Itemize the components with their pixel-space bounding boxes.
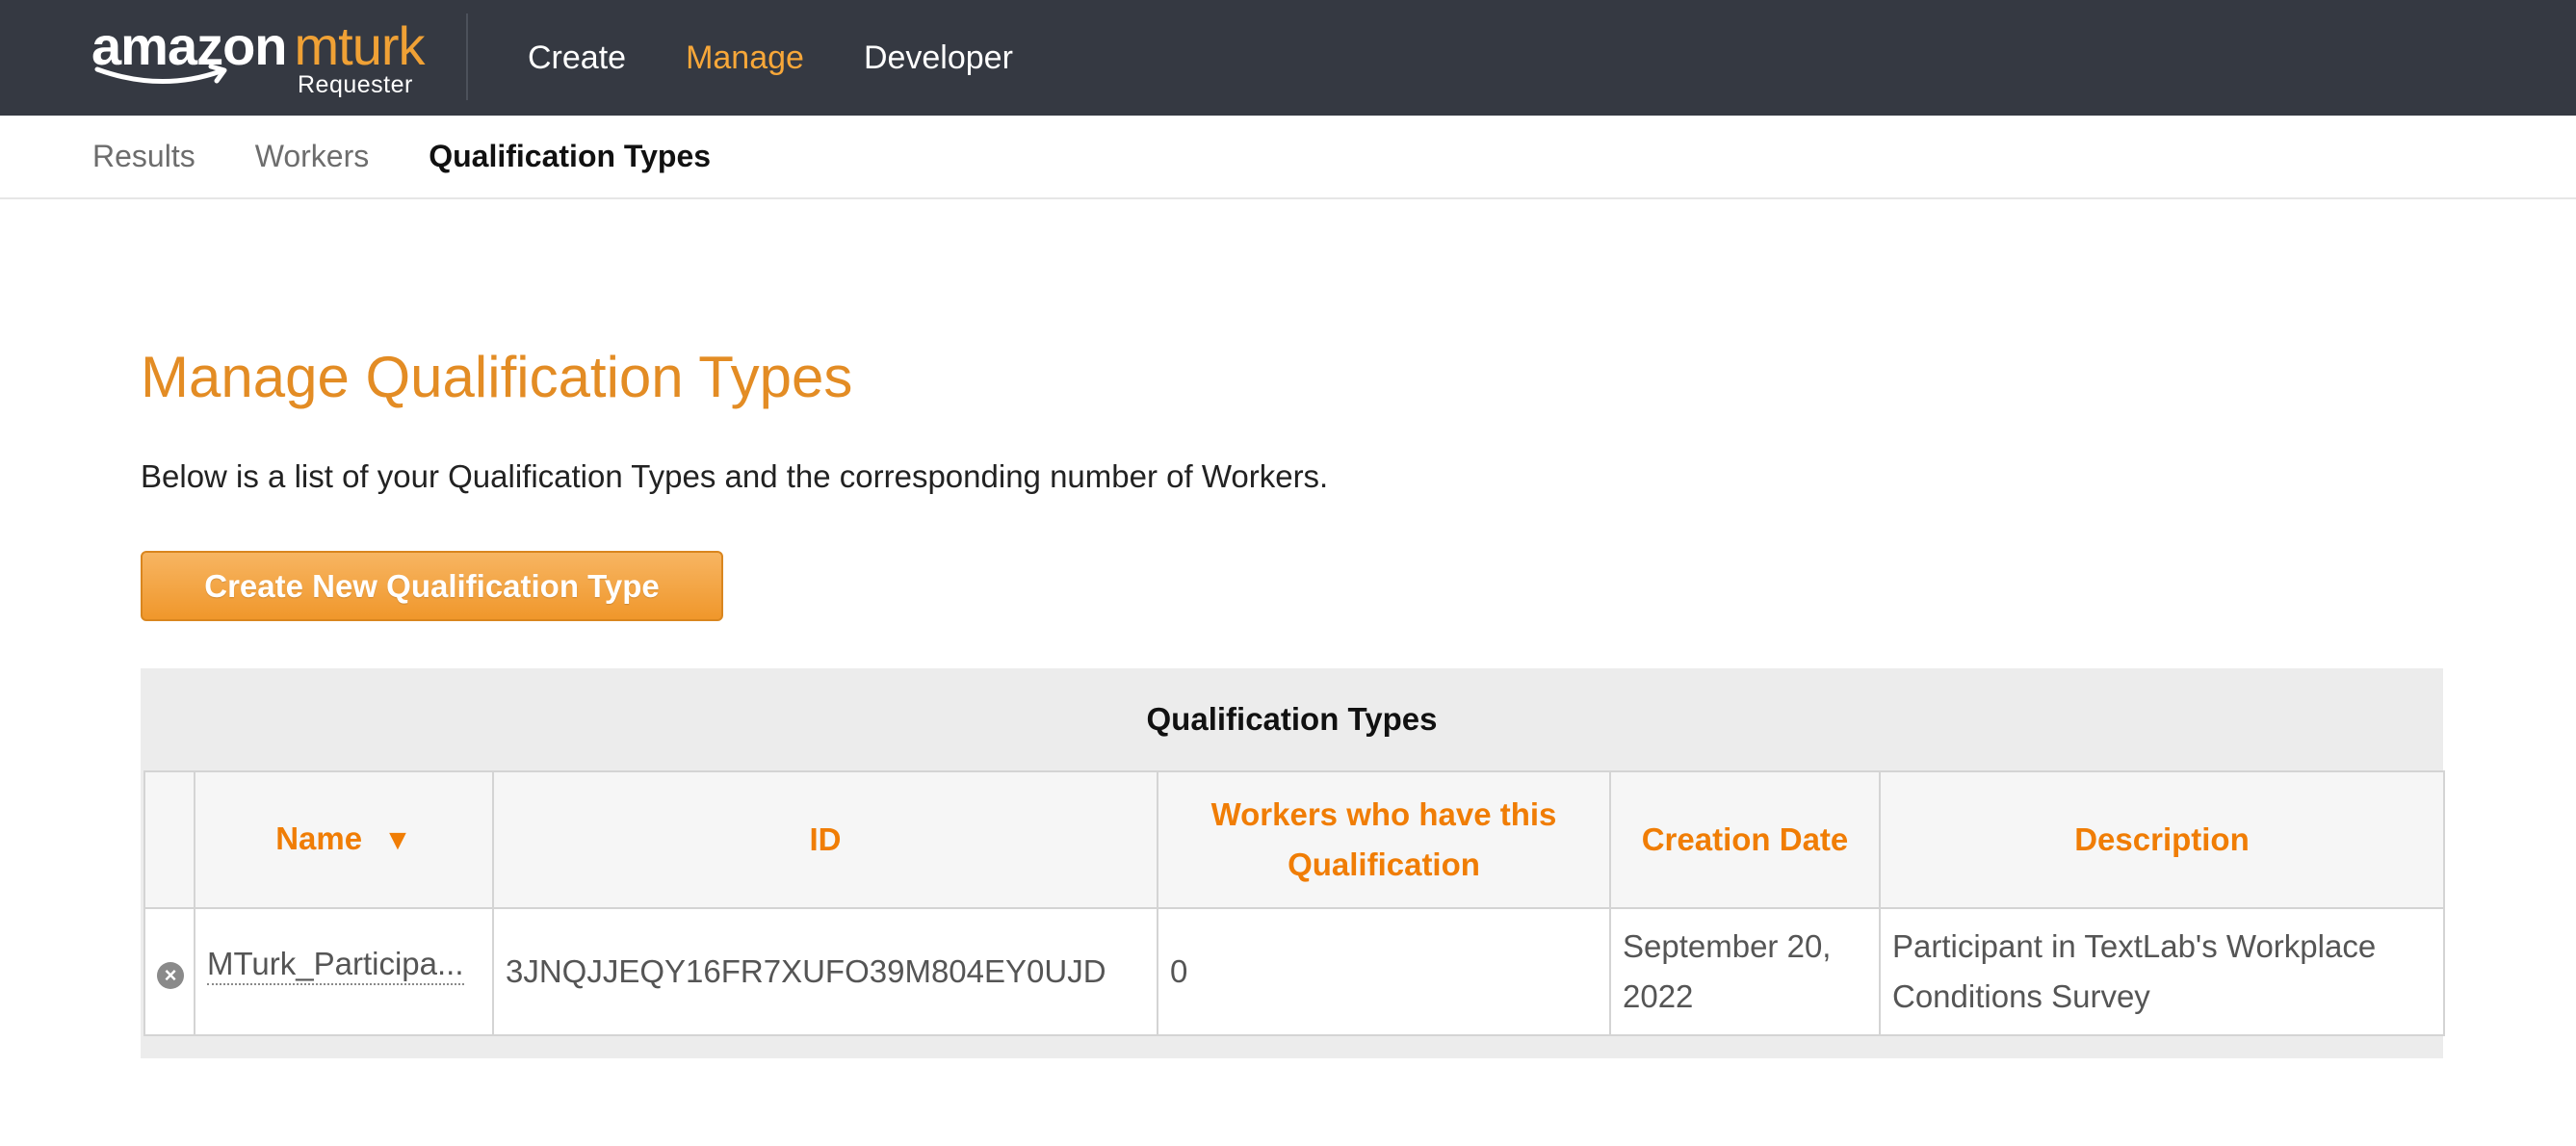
- column-header-name-label: Name: [275, 820, 363, 856]
- logo-requester-label: Requester: [298, 71, 413, 98]
- nav-create[interactable]: Create: [528, 39, 626, 77]
- qualification-description-cell: Participant in TextLab's Workplace Condi…: [1879, 907, 2445, 1036]
- column-header-id[interactable]: ID: [492, 770, 1158, 909]
- column-header-name[interactable]: Name ▼: [194, 770, 494, 909]
- qualification-types-table: Name ▼ ID Workers who have this Qualifica…: [143, 770, 2445, 1036]
- qualification-name-link[interactable]: MTurk_Participa...: [207, 945, 464, 985]
- page-title: Manage Qualification Types: [141, 345, 853, 409]
- qualification-types-panel: Qualification Types Name ▼ ID Workers who…: [141, 668, 2445, 1058]
- qualification-workers-cell: 0: [1157, 907, 1611, 1036]
- qualification-id-cell: 3JNQJJEQY16FR7XUFO39M804EY0UJD: [492, 907, 1158, 1036]
- table-row: × MTurk_Participa... 3JNQJJEQY16FR7XUFO3…: [143, 907, 2445, 1036]
- nav-manage[interactable]: Manage: [686, 39, 804, 77]
- top-header: amazon mturk Requester Create Manage Deve…: [0, 0, 2576, 116]
- nav-developer[interactable]: Developer: [864, 39, 1013, 77]
- table-caption: Qualification Types: [1146, 701, 1438, 737]
- row-actions-cell: ×: [143, 907, 195, 1036]
- mturk-requester-logo[interactable]: amazon mturk Requester: [91, 17, 426, 99]
- subnav-qualification-types[interactable]: Qualification Types: [429, 139, 711, 174]
- subnav-workers[interactable]: Workers: [255, 139, 370, 174]
- create-qualification-type-button[interactable]: Create New Qualification Type: [141, 551, 723, 621]
- table-header-row: Name ▼ ID Workers who have this Qualifica…: [143, 770, 2445, 909]
- amazon-smile-icon: [94, 64, 227, 84]
- page-intro: Below is a list of your Qualification Ty…: [141, 458, 1329, 494]
- logo-mturk-text: mturk: [294, 15, 426, 76]
- sort-descending-icon[interactable]: ▼: [383, 816, 412, 866]
- remove-icon[interactable]: ×: [157, 962, 184, 989]
- column-header-creation-date[interactable]: Creation Date: [1609, 770, 1881, 909]
- column-header-description[interactable]: Description: [1879, 770, 2445, 909]
- sub-nav: Results Workers Qualification Types: [0, 116, 2576, 199]
- header-divider: [466, 13, 468, 100]
- qualification-creation-date-cell: September 20, 2022: [1609, 907, 1881, 1036]
- column-header-workers[interactable]: Workers who have this Qualification: [1157, 770, 1611, 909]
- column-header-actions: [143, 770, 195, 909]
- subnav-results[interactable]: Results: [92, 139, 195, 174]
- main-nav: Create Manage Developer: [528, 0, 1073, 116]
- qualification-name-cell: MTurk_Participa...: [194, 907, 494, 1036]
